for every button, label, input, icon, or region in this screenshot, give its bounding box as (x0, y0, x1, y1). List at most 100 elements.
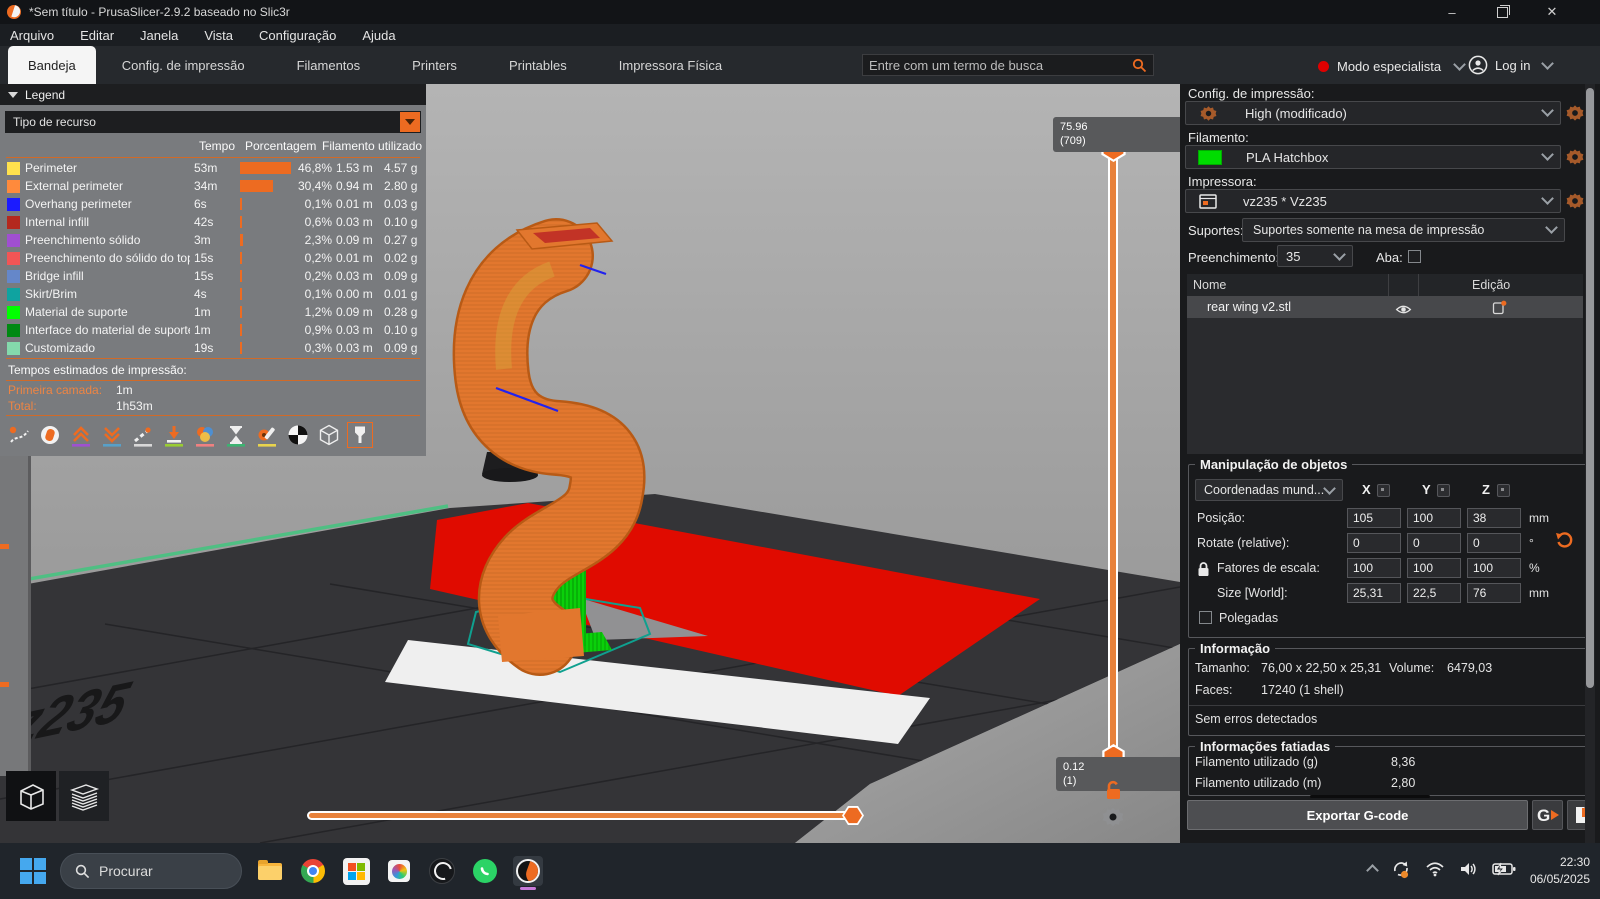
print-settings-dropdown[interactable]: High (modificado) (1185, 101, 1561, 125)
microsoft-store-icon[interactable] (341, 856, 371, 886)
taskbar-clock[interactable]: 22:30 06/05/2025 (1530, 854, 1590, 889)
dropdown-arrow-icon[interactable] (400, 112, 420, 132)
size-x-input[interactable] (1347, 583, 1401, 603)
sidebar-scrollbar-thumb[interactable] (1586, 88, 1594, 688)
position-x-input[interactable] (1347, 508, 1401, 528)
whatsapp-icon[interactable] (470, 856, 500, 886)
filament-gear-button[interactable] (1565, 147, 1585, 167)
tray-expand-chevron-icon[interactable] (1362, 862, 1379, 880)
slider-settings-gear-icon[interactable] (1102, 806, 1124, 833)
tab-filamentos[interactable]: Filamentos (271, 46, 387, 84)
center-of-mass-icon[interactable] (285, 422, 311, 448)
tab-printables[interactable]: Printables (483, 46, 593, 84)
rotate-y-input[interactable] (1407, 533, 1461, 553)
pauses-icon[interactable] (223, 422, 249, 448)
infill-dropdown[interactable]: 35 (1277, 245, 1353, 267)
mode-selector[interactable]: Modo especialista (1318, 54, 1466, 78)
inches-checkbox[interactable] (1199, 611, 1212, 624)
custom-gcode-icon[interactable] (254, 422, 280, 448)
tab-bandeja[interactable]: Bandeja (8, 46, 96, 84)
editor-view-button[interactable] (6, 771, 56, 821)
rotate-z-input[interactable] (1467, 533, 1521, 553)
supports-dropdown[interactable]: Suportes somente na mesa de impressão (1242, 218, 1565, 242)
brim-checkbox[interactable] (1408, 250, 1421, 263)
file-explorer-icon[interactable] (255, 856, 285, 886)
deretractions-icon[interactable] (99, 422, 125, 448)
rotate-x-input[interactable] (1347, 533, 1401, 553)
object-row[interactable]: rear wing v2.stl (1187, 296, 1583, 318)
sync-icon[interactable] (1391, 859, 1411, 884)
tab-printers[interactable]: Printers (386, 46, 483, 84)
restore-button[interactable] (1482, 0, 1522, 24)
coordinates-dropdown[interactable]: Coordenadas mund... (1195, 479, 1343, 501)
moves-slider-track[interactable] (307, 811, 860, 820)
wifi-icon[interactable] (1425, 861, 1445, 882)
size-y-input[interactable] (1407, 583, 1461, 603)
tab-config-impressao[interactable]: Config. de impressão (96, 46, 271, 84)
scale-x-input[interactable] (1347, 558, 1401, 578)
photos-app-icon[interactable] (384, 856, 414, 886)
seams-icon[interactable] (130, 422, 156, 448)
sidebar-scrollbar-track[interactable] (1585, 84, 1595, 843)
volume-icon[interactable] (1459, 861, 1478, 882)
eye-icon[interactable] (1395, 302, 1412, 320)
scale-z-input[interactable] (1467, 558, 1521, 578)
taskbar-search[interactable]: Procurar (60, 853, 242, 889)
position-z-input[interactable] (1467, 508, 1521, 528)
axis-y-mirror-icon[interactable] (1437, 484, 1450, 497)
nozzle-icon[interactable] (347, 422, 373, 448)
feature-filament-grams: 0.27 g (384, 233, 418, 247)
prusaslicer-taskbar-icon[interactable] (513, 856, 543, 890)
printer-value: vz235 * Vz235 (1243, 193, 1327, 209)
printer-dropdown[interactable]: vz235 * Vz235 (1185, 189, 1561, 213)
battery-icon[interactable] (1492, 862, 1516, 881)
scale-y-input[interactable] (1407, 558, 1461, 578)
filament-dropdown[interactable]: PLA Hatchbox (1185, 145, 1561, 169)
search-icon[interactable] (1132, 58, 1147, 73)
search-input[interactable]: Entre com um termo de busca (862, 54, 1154, 76)
axis-z-mirror-icon[interactable] (1497, 484, 1510, 497)
scale-lock-icon[interactable] (1197, 561, 1210, 583)
feature-filament-meters: 0.09 m (336, 305, 373, 319)
start-button[interactable] (20, 858, 46, 884)
legend-feature-row: Bridge infill 15s 0,2% 0.03 m 0.09 g (0, 267, 426, 285)
position-y-input[interactable] (1407, 508, 1461, 528)
wipe-icon[interactable] (37, 422, 63, 448)
minimize-button[interactable]: – (1432, 0, 1472, 24)
feature-filament-meters: 0.03 m (336, 269, 373, 283)
export-gcode-button[interactable]: Exportar G-code (1187, 800, 1528, 830)
menu-vista[interactable]: Vista (204, 28, 233, 43)
svg-text:G: G (1537, 806, 1550, 825)
menu-arquivo[interactable]: Arquivo (10, 28, 54, 43)
dark-app-icon[interactable] (427, 856, 457, 886)
menu-ajuda[interactable]: Ajuda (362, 28, 395, 43)
view-type-dropdown[interactable]: Tipo de recurso (5, 111, 421, 133)
print-settings-gear-button[interactable] (1565, 103, 1585, 123)
color-changes-icon[interactable] (192, 422, 218, 448)
close-button[interactable]: ✕ (1532, 0, 1572, 24)
tool-change-icon[interactable] (161, 422, 187, 448)
reset-rotation-icon[interactable] (1555, 531, 1573, 554)
gcode-viewer-button[interactable]: G (1532, 800, 1563, 830)
tab-impressora-fisica[interactable]: Impressora Física (593, 46, 748, 84)
retractions-icon[interactable] (68, 422, 94, 448)
edit-object-icon[interactable] (1492, 300, 1507, 320)
brim-label: Aba: (1376, 250, 1403, 265)
axis-x-mirror-icon[interactable] (1377, 484, 1390, 497)
travels-icon[interactable] (6, 422, 32, 448)
printer-gear-button[interactable] (1565, 191, 1585, 211)
feature-filament-grams: 0.03 g (384, 197, 418, 211)
legend-header[interactable]: Legend (0, 84, 426, 105)
filament-label: Filamento: (1188, 130, 1249, 145)
slider-lock-icon[interactable] (1104, 780, 1123, 806)
menu-configuracao[interactable]: Configuração (259, 28, 336, 43)
menu-editar[interactable]: Editar (80, 28, 114, 43)
sliced-info-scrollbar[interactable] (1310, 795, 1430, 798)
shells-icon[interactable] (316, 422, 342, 448)
preview-view-button[interactable] (59, 771, 109, 821)
login-button[interactable]: Log in (1468, 52, 1555, 78)
menu-janela[interactable]: Janela (140, 28, 178, 43)
chrome-icon[interactable] (298, 856, 328, 886)
layer-slider-track[interactable] (1108, 148, 1118, 756)
size-z-input[interactable] (1467, 583, 1521, 603)
